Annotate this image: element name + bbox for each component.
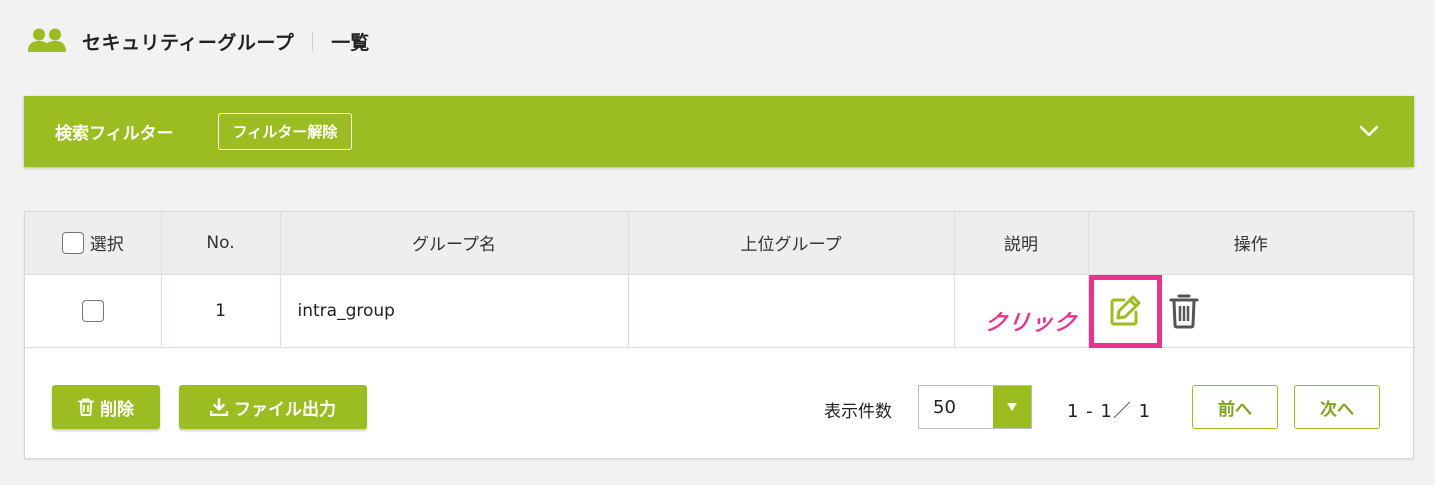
- row-select-cell: [25, 274, 162, 348]
- download-icon: [210, 398, 228, 416]
- edit-button[interactable]: [1088, 274, 1162, 348]
- clear-filter-button[interactable]: フィルター解除: [217, 113, 353, 150]
- table-row: 1 intra_group クリック: [25, 274, 1413, 348]
- row-actions: [1088, 274, 1413, 348]
- group-table: 選択 No. グループ名 上位グループ 説明 操作 1 intra_group …: [25, 212, 1413, 348]
- column-header-select: 選択: [25, 212, 162, 275]
- search-filter-label: 検索フィルター: [55, 124, 174, 144]
- row-number: 1: [161, 274, 281, 348]
- pagination-range: 1 - 1／ 1: [1067, 401, 1152, 422]
- per-page-select[interactable]: 50: [918, 385, 1032, 429]
- trash-icon: [78, 398, 94, 416]
- table-header-row: 選択 No. グループ名 上位グループ 説明 操作: [25, 212, 1413, 275]
- prev-page-button[interactable]: 前へ: [1192, 385, 1278, 429]
- row-parent-group: [628, 274, 955, 348]
- select-all-checkbox[interactable]: [61, 231, 84, 254]
- row-checkbox[interactable]: [81, 299, 104, 322]
- column-header-no: No.: [161, 212, 281, 275]
- chevron-down-icon[interactable]: [1356, 118, 1382, 144]
- page-subtitle: 一覧: [331, 31, 370, 54]
- users-icon: [28, 27, 66, 55]
- group-list-panel: 選択 No. グループ名 上位グループ 説明 操作 1 intra_group …: [24, 211, 1414, 459]
- table-footer: 削除 ファイル出力 表示件数 50 1 - 1／ 1 前へ 次へ: [25, 348, 1413, 458]
- dropdown-arrow-icon[interactable]: [993, 386, 1031, 428]
- delete-button[interactable]: 削除: [52, 385, 160, 429]
- column-header-description: 説明: [954, 212, 1089, 275]
- page-title: セキュリティーグループ: [82, 31, 295, 54]
- search-filter-bar[interactable]: 検索フィルター フィルター解除: [24, 96, 1414, 167]
- column-header-actions: 操作: [1088, 212, 1413, 275]
- per-page-value: 50: [933, 396, 956, 418]
- next-page-button[interactable]: 次へ: [1294, 385, 1380, 429]
- per-page-label: 表示件数: [824, 402, 892, 422]
- column-header-parent-group: 上位グループ: [628, 212, 955, 275]
- column-label-select: 選択: [89, 235, 124, 256]
- trash-icon[interactable]: [1169, 293, 1199, 329]
- click-annotation: クリック: [982, 310, 1078, 336]
- column-header-group-name: グループ名: [280, 212, 629, 275]
- page-header: セキュリティーグループ 一覧: [28, 24, 369, 58]
- export-file-button[interactable]: ファイル出力: [179, 385, 367, 429]
- row-description: クリック: [954, 274, 1089, 348]
- title-divider: [312, 31, 314, 51]
- delete-button-label: 削除: [100, 399, 134, 420]
- edit-icon: [1110, 295, 1141, 326]
- row-group-name: intra_group: [280, 274, 629, 348]
- export-button-label: ファイル出力: [234, 399, 336, 420]
